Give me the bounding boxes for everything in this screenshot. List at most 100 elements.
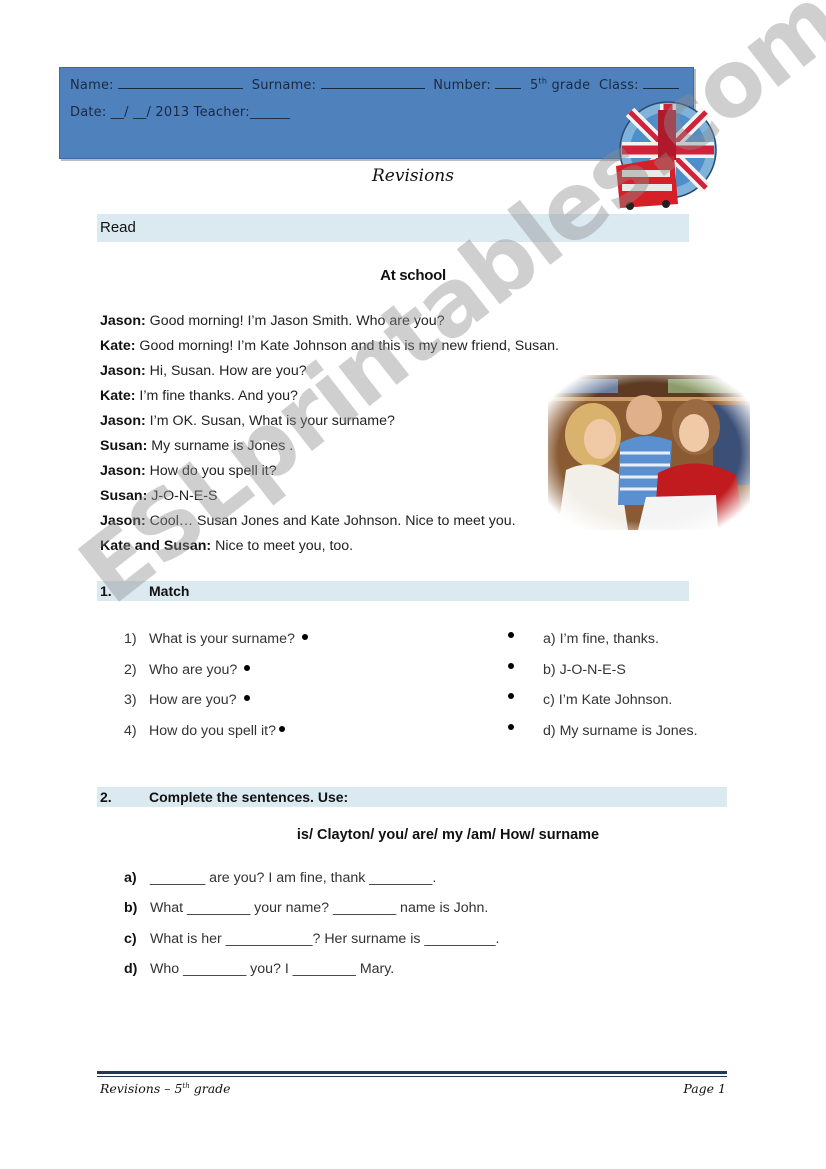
question-number: 1) bbox=[124, 631, 137, 647]
match-dot[interactable] bbox=[278, 725, 285, 732]
teacher-label: Teacher:______ bbox=[193, 105, 291, 120]
line-text: Nice to meet you, too. bbox=[211, 538, 354, 554]
line-text: How do you spell it? bbox=[145, 463, 277, 479]
answer-text: J-O-N-E-S bbox=[559, 661, 626, 678]
footer-rule bbox=[97, 1071, 727, 1074]
line-text: Cool… Susan Jones and Kate Johnson. Nice… bbox=[145, 513, 516, 529]
london-bus-union-jack-icon bbox=[616, 101, 717, 210]
answer-letter: c) bbox=[543, 692, 555, 708]
word-bank: is/ Clayton/ you/ are/ my /am/ How/ surn… bbox=[296, 827, 600, 843]
read-section-label: Read bbox=[100, 219, 136, 236]
match-dot[interactable] bbox=[243, 695, 250, 702]
answer-letter: b) bbox=[543, 661, 556, 678]
exercise-2-label: Complete the sentences. Use: bbox=[149, 789, 349, 805]
speaker: Jason: bbox=[100, 513, 146, 529]
sentence-item[interactable]: d) Who ________ you? I ________ Mary. bbox=[124, 960, 499, 990]
match-dot[interactable] bbox=[508, 693, 514, 699]
speaker: Kate and Susan: bbox=[100, 538, 212, 554]
read-section-header: Read bbox=[97, 214, 689, 242]
match-dot[interactable] bbox=[244, 664, 251, 671]
class-label: Class: bbox=[598, 78, 639, 93]
match-dot[interactable] bbox=[508, 723, 514, 730]
question-number: 4) bbox=[124, 722, 137, 739]
match-question[interactable]: 1) What is your surname? bbox=[124, 630, 308, 661]
sentence-item[interactable]: b) What ________ your name? ________ name… bbox=[124, 899, 499, 929]
grade-sup: th bbox=[538, 76, 548, 86]
sentence-item[interactable]: a) _______ are you? I am fine, thank ____… bbox=[124, 869, 499, 899]
fill-in-sentences: a) _______ are you? I am fine, thank ____… bbox=[124, 869, 499, 990]
match-questions: 1) What is your surname? 2) Who are you? 3… bbox=[124, 630, 308, 752]
exercise-1-number: 1. bbox=[100, 583, 112, 599]
dialog-line: Kate: I’m fine thanks. And you? bbox=[100, 387, 559, 412]
question-text: Who are you? bbox=[149, 661, 238, 678]
worksheet-page: Name: Surname: Number: 5th grade Class: … bbox=[0, 0, 826, 1169]
sentence-text: What ________ your name? ________ name i… bbox=[150, 900, 489, 917]
match-question[interactable]: 2) Who are you? bbox=[124, 661, 308, 692]
question-text: How do you spell it? bbox=[149, 722, 276, 739]
dialog-line: Susan: J-O-N-E-S bbox=[100, 487, 559, 512]
line-text: Hi, Susan. How are you? bbox=[145, 363, 307, 379]
line-text: My surname is Jones . bbox=[147, 438, 294, 454]
footer-suffix: grade bbox=[189, 1081, 231, 1096]
footer-left: Revisions – 5th grade bbox=[100, 1081, 231, 1096]
worksheet-title: Revisions bbox=[372, 166, 454, 186]
sentence-letter: c) bbox=[124, 930, 137, 947]
dialog-line: Kate: Good morning! I’m Kate Johnson and… bbox=[100, 337, 559, 362]
date-label: Date: __/ __/ 2013 bbox=[70, 105, 190, 120]
name-field[interactable] bbox=[118, 76, 244, 89]
exercise-1-header: 1. Match bbox=[97, 581, 689, 601]
reading-title: At school bbox=[380, 267, 446, 284]
line-text: I’m OK. Susan, What is your surname? bbox=[145, 413, 395, 429]
match-answers: a) I’m fine, thanks. b) J-O-N-E-S c) I’m… bbox=[508, 630, 698, 752]
question-number: 2) bbox=[124, 661, 137, 678]
answer-letter: a) bbox=[543, 631, 556, 647]
match-dot[interactable] bbox=[301, 634, 308, 641]
speaker: Susan: bbox=[100, 438, 148, 454]
class-field[interactable] bbox=[643, 76, 680, 89]
dialog-line: Jason: How do you spell it? bbox=[100, 462, 559, 487]
sentence-item[interactable]: c) What is her ___________? Her surname i… bbox=[124, 930, 499, 960]
speaker: Jason: bbox=[100, 413, 146, 429]
speaker: Jason: bbox=[100, 363, 146, 379]
number-label: Number: bbox=[433, 78, 492, 93]
header-line-2: Date: __/ __/ 2013 Teacher:______ bbox=[70, 105, 290, 120]
sentence-text: _______ are you? I am fine, thank ______… bbox=[150, 870, 437, 886]
sentence-letter: a) bbox=[124, 870, 137, 886]
footer-rule-thin bbox=[97, 1076, 727, 1077]
footer-text: Revisions – 5 bbox=[100, 1081, 183, 1096]
answer-text: I’m fine, thanks. bbox=[559, 631, 659, 647]
match-answer[interactable]: c) I’m Kate Johnson. bbox=[508, 691, 698, 722]
exercise-1-label: Match bbox=[149, 583, 190, 599]
match-dot[interactable] bbox=[508, 632, 514, 638]
answer-letter: d) bbox=[543, 722, 556, 739]
match-answer[interactable]: d) My surname is Jones. bbox=[508, 722, 698, 753]
sentence-letter: d) bbox=[124, 960, 138, 977]
match-question[interactable]: 4) How do you spell it? bbox=[124, 722, 308, 753]
name-label: Name: bbox=[70, 78, 114, 93]
students-photo bbox=[548, 375, 750, 530]
dialog-text: Jason: Good morning! I’m Jason Smith. Wh… bbox=[100, 312, 559, 562]
sentence-text: What is her ___________? Her surname is … bbox=[150, 930, 500, 947]
surname-field[interactable] bbox=[320, 76, 425, 89]
match-answer[interactable]: b) J-O-N-E-S bbox=[508, 661, 698, 692]
number-field[interactable] bbox=[495, 76, 522, 89]
speaker: Jason: bbox=[100, 313, 146, 329]
line-text: I’m fine thanks. And you? bbox=[135, 388, 298, 404]
exercise-2-number: 2. bbox=[100, 789, 112, 805]
speaker: Susan: bbox=[100, 488, 148, 504]
grade-number: 5 bbox=[530, 78, 539, 93]
page-number: Page 1 bbox=[683, 1081, 726, 1096]
exercise-2-header: 2. Complete the sentences. Use: bbox=[97, 787, 727, 807]
answer-text: I’m Kate Johnson. bbox=[558, 692, 673, 708]
speaker: Kate: bbox=[100, 388, 136, 404]
match-answer[interactable]: a) I’m fine, thanks. bbox=[508, 630, 698, 661]
dialog-line: Jason: Hi, Susan. How are you? bbox=[100, 362, 559, 387]
line-text: Good morning! I’m Jason Smith. Who are y… bbox=[145, 313, 445, 329]
grade-label: grade bbox=[551, 78, 591, 93]
match-dot[interactable] bbox=[508, 662, 514, 669]
speaker: Kate: bbox=[100, 338, 136, 354]
dialog-line: Kate and Susan: Nice to meet you, too. bbox=[100, 537, 559, 562]
speaker: Jason: bbox=[100, 463, 146, 479]
dialog-line: Jason: I’m OK. Susan, What is your surna… bbox=[100, 412, 559, 437]
match-question[interactable]: 3) How are you? bbox=[124, 691, 308, 722]
